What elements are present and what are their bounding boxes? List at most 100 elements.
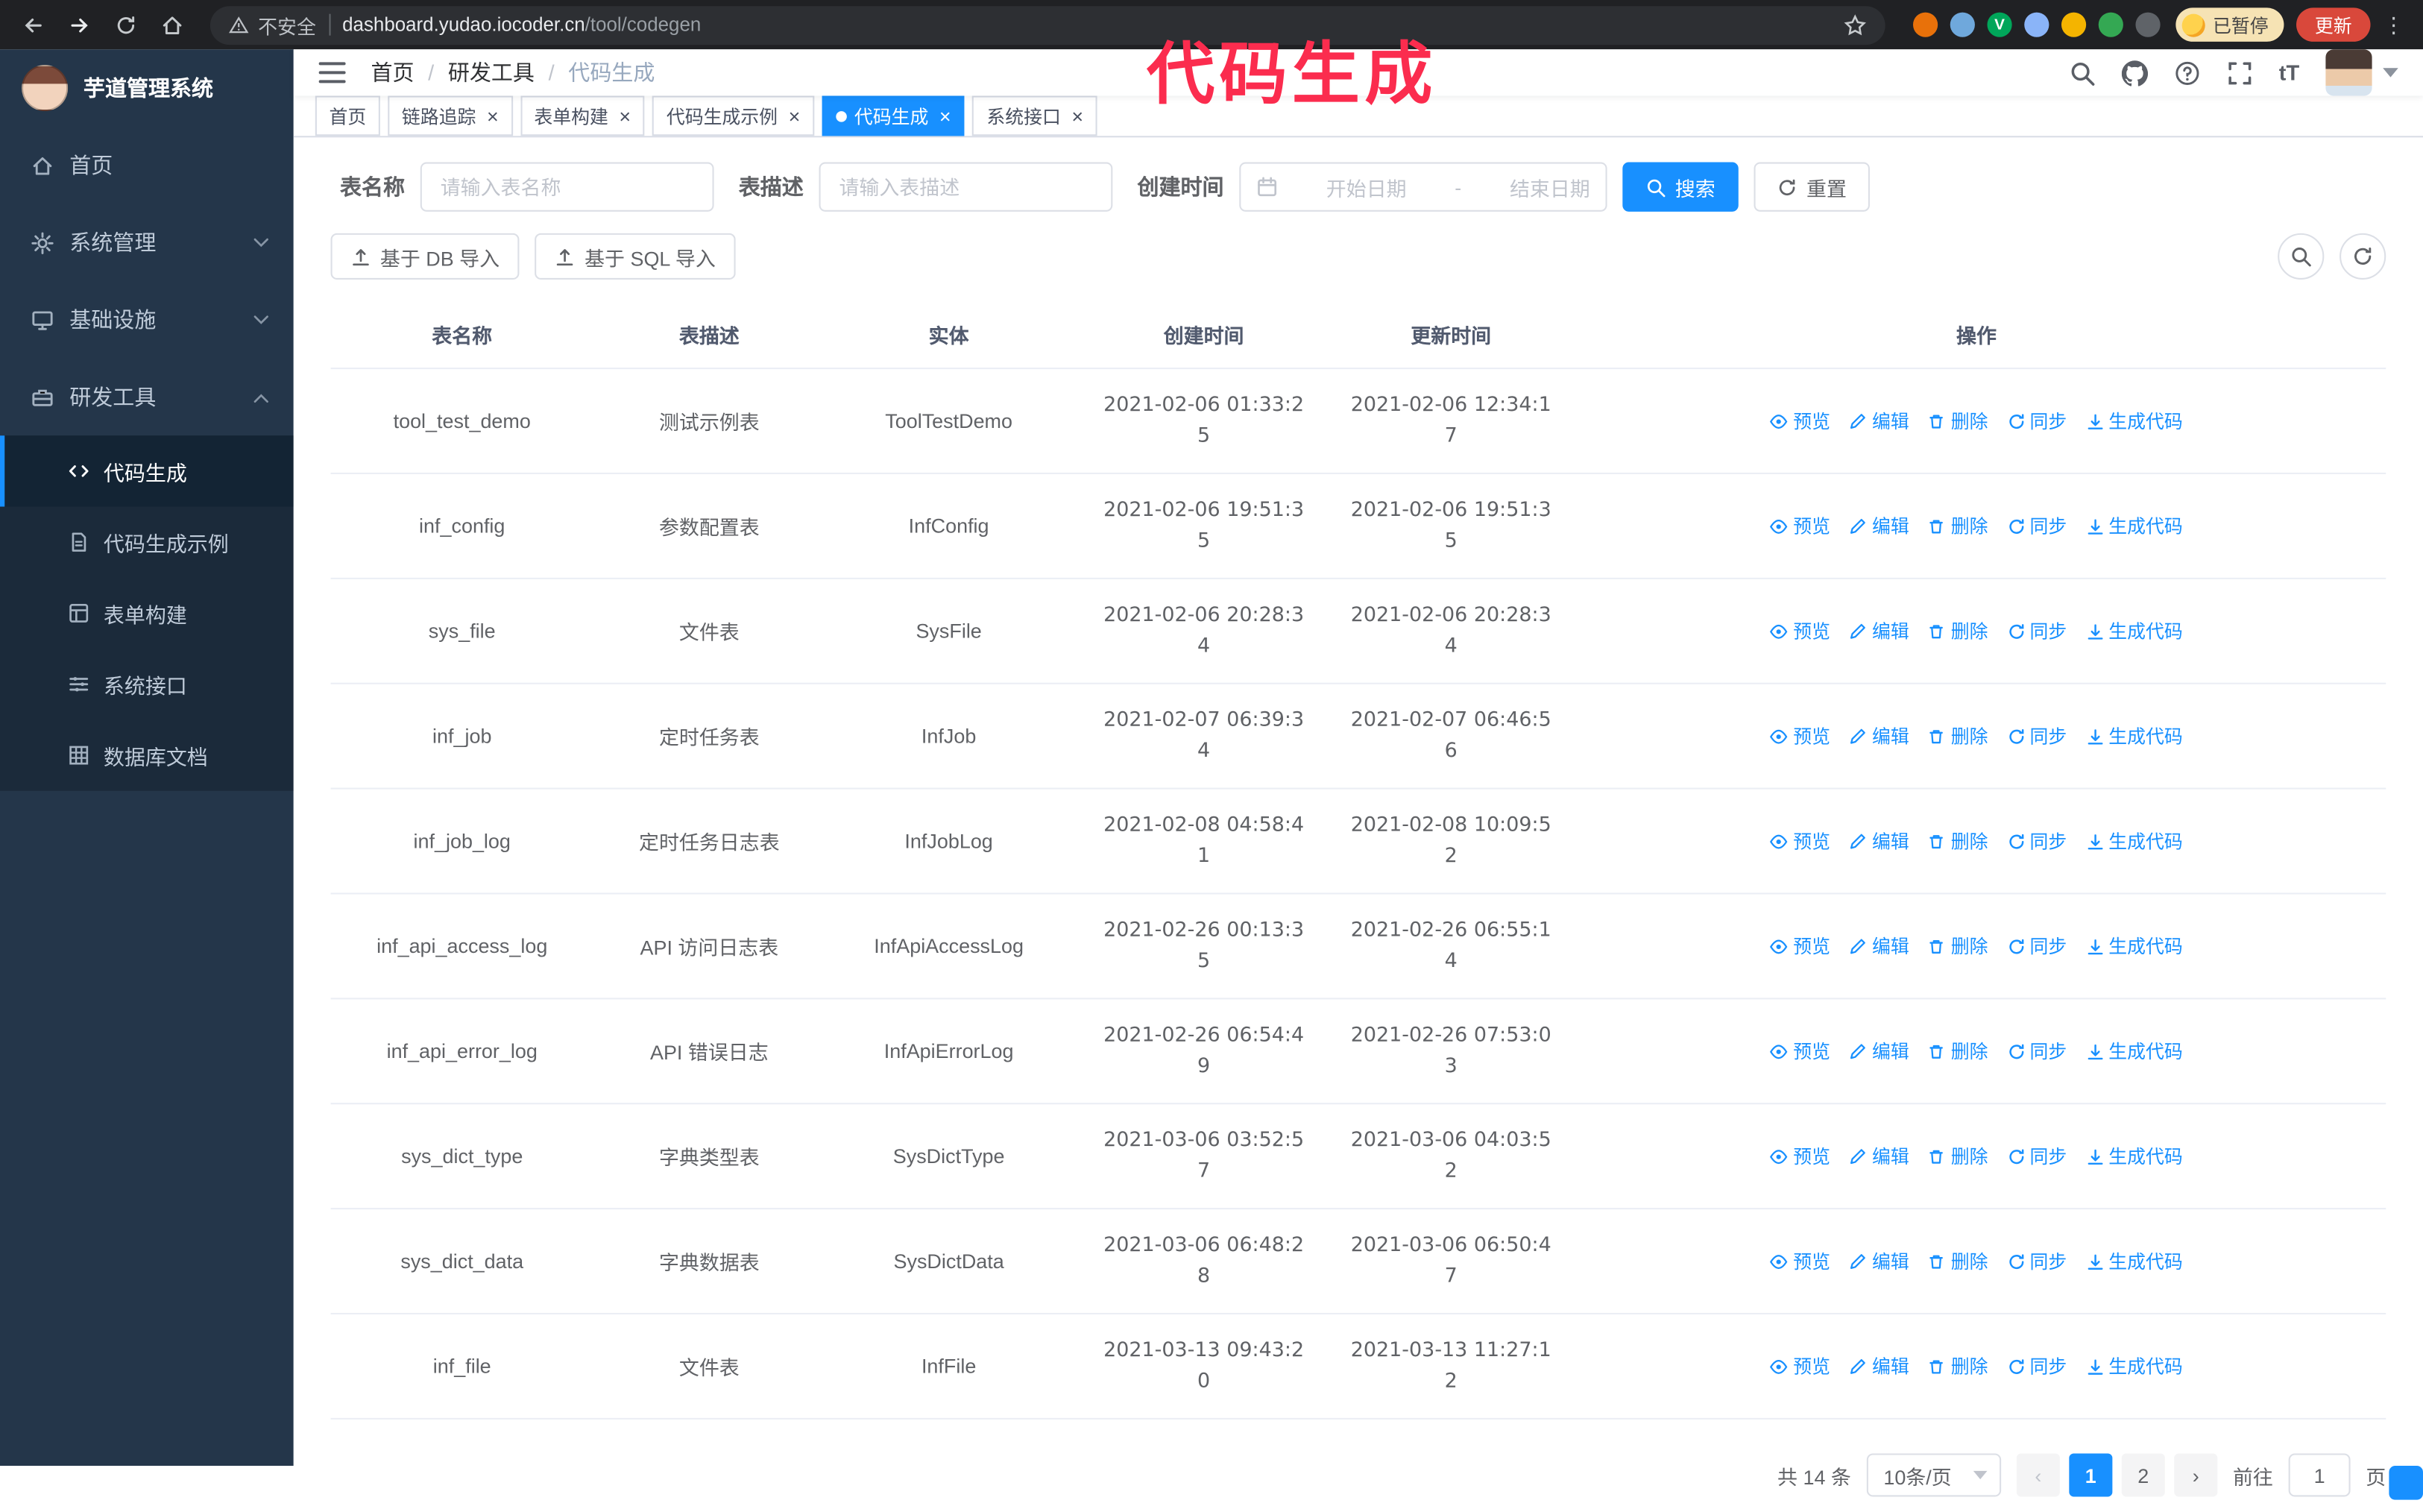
- preview-link[interactable]: 预览: [1770, 1248, 1830, 1274]
- tab-codegen[interactable]: 代码生成 ×: [822, 95, 965, 136]
- preview-link[interactable]: 预览: [1770, 618, 1830, 644]
- extension-icon-puzzle[interactable]: [2135, 12, 2161, 37]
- import-db-button[interactable]: 基于 DB 导入: [330, 233, 520, 280]
- sidebar-subitem-form-build[interactable]: 表单构建: [0, 578, 294, 649]
- preview-link[interactable]: 预览: [1770, 408, 1830, 434]
- extension-icon-blue[interactable]: [1950, 12, 1975, 37]
- tab-system-api[interactable]: 系统接口 ×: [972, 95, 1097, 136]
- close-icon[interactable]: ×: [487, 106, 499, 126]
- bookmark-star-icon[interactable]: [1844, 13, 1867, 37]
- preview-link[interactable]: 预览: [1770, 1353, 1830, 1379]
- hamburger-icon[interactable]: [318, 60, 346, 85]
- edit-link[interactable]: 编辑: [1849, 513, 1909, 539]
- sync-link[interactable]: 同步: [2006, 723, 2067, 749]
- preview-link[interactable]: 预览: [1770, 828, 1830, 854]
- generate-code-link[interactable]: 生成代码: [2085, 723, 2183, 749]
- sync-link[interactable]: 同步: [2006, 828, 2067, 854]
- generate-code-link[interactable]: 生成代码: [2085, 933, 2183, 959]
- delete-link[interactable]: 删除: [1928, 408, 1988, 434]
- tab-home[interactable]: 首页: [315, 95, 380, 136]
- generate-code-link[interactable]: 生成代码: [2085, 618, 2183, 644]
- date-range-picker[interactable]: 开始日期 - 结束日期: [1239, 162, 1607, 212]
- generate-code-link[interactable]: 生成代码: [2085, 408, 2183, 434]
- edit-link[interactable]: 编辑: [1849, 933, 1909, 959]
- edit-link[interactable]: 编辑: [1849, 828, 1909, 854]
- edit-link[interactable]: 编辑: [1849, 723, 1909, 749]
- sidebar-item-infrastructure[interactable]: 基础设施: [0, 281, 294, 359]
- sidebar-item-system-management[interactable]: 系统管理: [0, 204, 294, 281]
- delete-link[interactable]: 删除: [1928, 1353, 1988, 1379]
- sync-paused-badge[interactable]: 已暂停: [2175, 7, 2284, 42]
- page-size-select[interactable]: 10条/页: [1866, 1453, 2002, 1497]
- edit-link[interactable]: 编辑: [1849, 1353, 1909, 1379]
- forward-icon[interactable]: [59, 4, 99, 45]
- tab-tracing[interactable]: 链路追踪 ×: [388, 95, 513, 136]
- close-icon[interactable]: ×: [789, 106, 801, 126]
- tab-form-build[interactable]: 表单构建 ×: [520, 95, 645, 136]
- preview-link[interactable]: 预览: [1770, 933, 1830, 959]
- preview-link[interactable]: 预览: [1770, 1143, 1830, 1169]
- floating-widget-button[interactable]: [2389, 1466, 2423, 1500]
- sync-link[interactable]: 同步: [2006, 1353, 2067, 1379]
- tab-codegen-example[interactable]: 代码生成示例 ×: [652, 95, 814, 136]
- delete-link[interactable]: 删除: [1928, 723, 1988, 749]
- font-size-icon[interactable]: tT: [2279, 62, 2299, 84]
- refresh-table-button[interactable]: [2339, 233, 2386, 280]
- extension-icon-orange[interactable]: [1912, 12, 1938, 37]
- delete-link[interactable]: 删除: [1928, 618, 1988, 644]
- browser-menu-icon[interactable]: ⋮: [2377, 12, 2411, 38]
- extension-icon-leaf[interactable]: [2098, 12, 2123, 37]
- edit-link[interactable]: 编辑: [1849, 1038, 1909, 1064]
- sidebar-subitem-codegen[interactable]: 代码生成: [0, 435, 294, 507]
- breadcrumb-item[interactable]: 首页: [371, 57, 414, 88]
- preview-link[interactable]: 预览: [1770, 723, 1830, 749]
- edit-link[interactable]: 编辑: [1849, 1143, 1909, 1169]
- security-chip[interactable]: 不安全: [229, 10, 316, 39]
- edit-link[interactable]: 编辑: [1849, 408, 1909, 434]
- extension-icon-green-v[interactable]: V: [1987, 12, 2012, 37]
- preview-link[interactable]: 预览: [1770, 513, 1830, 539]
- sync-link[interactable]: 同步: [2006, 618, 2067, 644]
- delete-link[interactable]: 删除: [1928, 828, 1988, 854]
- fullscreen-icon[interactable]: [2226, 60, 2252, 86]
- sidebar-subitem-system-api[interactable]: 系统接口: [0, 649, 294, 719]
- logo-row[interactable]: 芋道管理系统: [0, 49, 294, 127]
- search-icon[interactable]: [2069, 60, 2095, 86]
- extension-icon-yellow[interactable]: [2061, 12, 2087, 37]
- preview-link[interactable]: 预览: [1770, 1038, 1830, 1064]
- back-icon[interactable]: [13, 4, 53, 45]
- extension-icon-people[interactable]: [2024, 12, 2049, 37]
- prev-page-button[interactable]: ‹: [2016, 1453, 2060, 1497]
- user-menu[interactable]: [2325, 49, 2398, 96]
- goto-page-input[interactable]: [2288, 1453, 2351, 1497]
- generate-code-link[interactable]: 生成代码: [2085, 1353, 2183, 1379]
- page-button-1[interactable]: 1: [2069, 1453, 2113, 1497]
- delete-link[interactable]: 删除: [1928, 513, 1988, 539]
- help-icon[interactable]: [2174, 60, 2200, 86]
- update-button[interactable]: 更新: [2296, 7, 2371, 42]
- generate-code-link[interactable]: 生成代码: [2085, 1248, 2183, 1274]
- delete-link[interactable]: 删除: [1928, 1248, 1988, 1274]
- close-icon[interactable]: ×: [1071, 106, 1083, 126]
- browser-home-icon[interactable]: [151, 4, 192, 45]
- sync-link[interactable]: 同步: [2006, 513, 2067, 539]
- sidebar-subitem-db-doc[interactable]: 数据库文档: [0, 719, 294, 790]
- next-page-button[interactable]: ›: [2174, 1453, 2218, 1497]
- github-icon[interactable]: [2121, 60, 2148, 86]
- delete-link[interactable]: 删除: [1928, 933, 1988, 959]
- sync-link[interactable]: 同步: [2006, 1248, 2067, 1274]
- toggle-search-button[interactable]: [2278, 233, 2325, 280]
- sync-link[interactable]: 同步: [2006, 1143, 2067, 1169]
- breadcrumb-item[interactable]: 研发工具: [448, 57, 535, 88]
- edit-link[interactable]: 编辑: [1849, 618, 1909, 644]
- delete-link[interactable]: 删除: [1928, 1143, 1988, 1169]
- sidebar-subitem-codegen-example[interactable]: 代码生成示例: [0, 507, 294, 578]
- sync-link[interactable]: 同步: [2006, 1038, 2067, 1064]
- page-button-2[interactable]: 2: [2121, 1453, 2165, 1497]
- reset-button[interactable]: 重置: [1754, 162, 1871, 212]
- search-button[interactable]: 搜索: [1622, 162, 1739, 212]
- generate-code-link[interactable]: 生成代码: [2085, 513, 2183, 539]
- close-icon[interactable]: ×: [939, 106, 951, 126]
- sidebar-item-dev-tools[interactable]: 研发工具: [0, 359, 294, 436]
- close-icon[interactable]: ×: [619, 106, 631, 126]
